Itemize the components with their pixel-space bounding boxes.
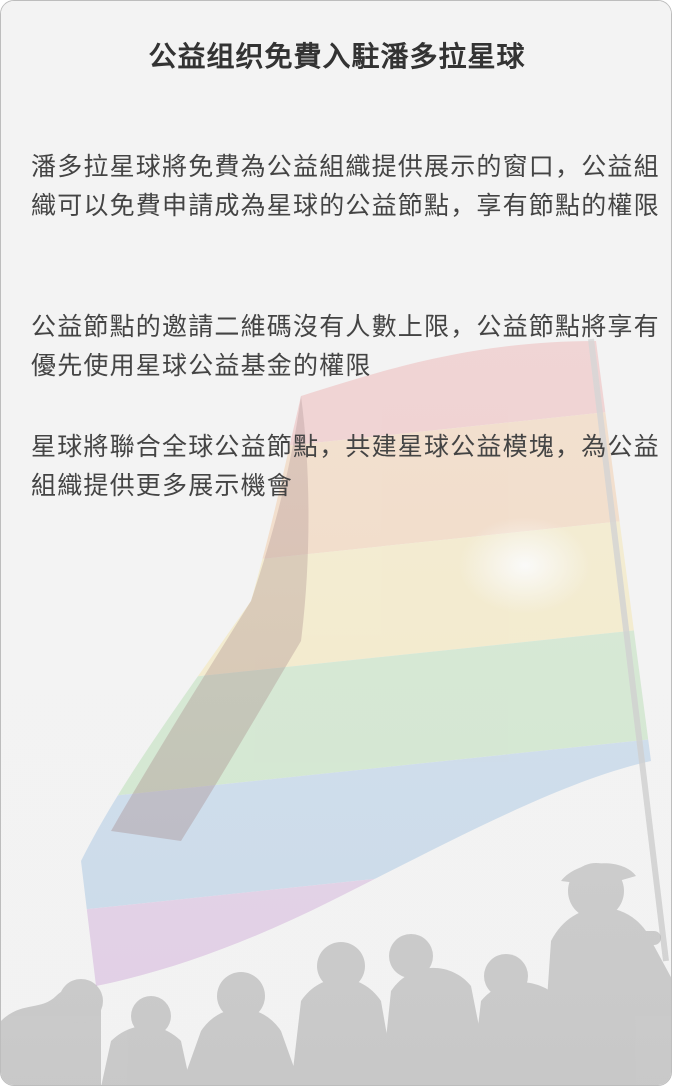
paragraph-1: 潘多拉星球將免費為公益組織提供展示的窗口，公益組織可以免費申請成為星球的公益節點…	[31, 152, 660, 220]
info-card: 公益组织免費入駐潘多拉星球 潘多拉星球將免費為公益組織提供展示的窗口，公益組織可…	[0, 0, 672, 1086]
paragraph-2: 公益節點的邀請二維碼沒有人數上限，公益節點將享有優先使用星球公益基金的權限	[31, 312, 660, 380]
page-title: 公益组织免費入駐潘多拉星球	[148, 40, 526, 73]
paragraph-3: 星球將聯合全球公益節點，共建星球公益模塊，為公益組織提供更多展示機會	[31, 432, 660, 500]
content-area: 公益组织免費入駐潘多拉星球 潘多拉星球將免費為公益組織提供展示的窗口，公益組織可…	[1, 1, 671, 1085]
